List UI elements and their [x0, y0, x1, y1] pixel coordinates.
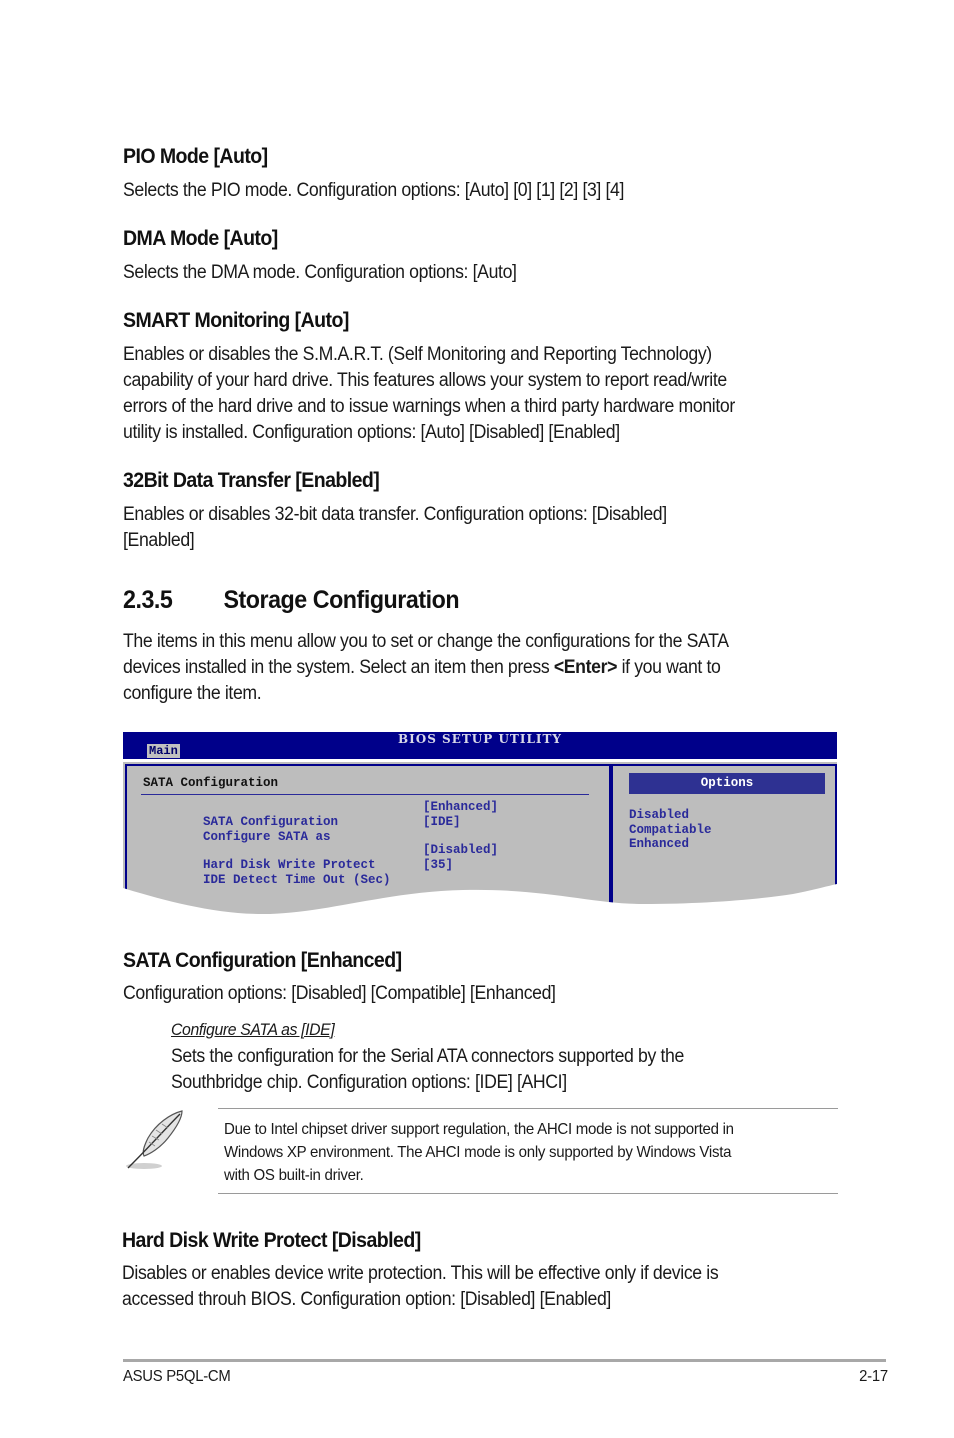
text-line: capability of your hard drive. This feat…	[123, 370, 727, 391]
configure-sata-as-description: Sets the configuration for the Serial AT…	[171, 1044, 723, 1096]
smart-monitoring-description: Enables or disables the S.M.A.R.T. (Self…	[123, 342, 781, 446]
note-bottom-rule	[218, 1193, 838, 1194]
text-line: Sets the configuration for the Serial AT…	[171, 1046, 684, 1067]
bios-title-bar: BIOS SETUP UTILITY Main	[123, 732, 837, 759]
text-line: accessed throuh BIOS. Configuration opti…	[122, 1289, 611, 1310]
configure-sata-as-subheading: Configure SATA as [IDE]	[171, 1020, 335, 1039]
torn-edge	[123, 884, 837, 922]
option-item[interactable]: Enhanced	[629, 837, 689, 852]
text-line: utility is installed. Configuration opti…	[123, 422, 620, 443]
storage-config-description: The items in this menu allow you to set …	[123, 629, 774, 707]
text-line: Southbridge chip. Configuration options:…	[171, 1072, 567, 1093]
hd-write-protect-description: Disables or enables device write protect…	[122, 1261, 763, 1313]
bios-item-value: [35]	[423, 858, 454, 872]
bios-title: BIOS SETUP UTILITY	[397, 732, 562, 746]
bios-tab-main[interactable]: Main	[147, 744, 180, 758]
bit32-transfer-heading: 32Bit Data Transfer [Enabled]	[123, 469, 380, 492]
bios-item-value: [Enhanced]	[423, 800, 499, 814]
text-line: devices installed in the system. Select …	[123, 655, 729, 681]
sata-config-description: Configuration options: [Disabled] [Compa…	[123, 983, 556, 1004]
text-line: Enables or disables 32-bit data transfer…	[123, 504, 667, 525]
text-line: Enables or disables the S.M.A.R.T. (Self…	[123, 344, 712, 365]
text-fragment: if you want to	[617, 657, 721, 678]
pio-mode-heading: PIO Mode [Auto]	[123, 145, 268, 168]
section-title: 2.3.5 Storage Configuration	[123, 586, 460, 615]
dma-mode-description: Selects the DMA mode. Configuration opti…	[123, 262, 517, 283]
sata-config-heading: SATA Configuration [Enhanced]	[123, 949, 402, 972]
hd-write-protect-heading: Hard Disk Write Protect [Disabled]	[122, 1229, 421, 1252]
text-line: Due to Intel chipset driver support regu…	[224, 1121, 734, 1138]
text-line: errors of the hard drive and to issue wa…	[123, 396, 735, 417]
bios-item-value: [IDE]	[423, 815, 461, 829]
bios-item-label: Configure SATA as	[203, 830, 331, 844]
bios-section-title: SATA Configuration	[143, 776, 279, 790]
text-line: Windows XP environment. The AHCI mode is…	[224, 1144, 732, 1161]
section-number: 2.3.5	[123, 586, 173, 614]
pio-mode-description: Selects the PIO mode. Configuration opti…	[123, 180, 625, 201]
smart-monitoring-heading: SMART Monitoring [Auto]	[123, 309, 349, 332]
enter-key-label: <Enter>	[553, 657, 618, 678]
dma-mode-heading: DMA Mode [Auto]	[123, 227, 278, 250]
section-title-text: Storage Configuration	[223, 586, 460, 614]
text-line: configure the item.	[123, 683, 262, 704]
text-line: [Enabled]	[123, 530, 195, 551]
note-top-rule	[218, 1108, 838, 1109]
text-fragment: devices installed in the system. Select …	[123, 657, 554, 678]
feather-pen-icon	[122, 1108, 188, 1172]
bit32-transfer-description: Enables or disables 32-bit data transfer…	[123, 502, 708, 554]
page-number: 2-17	[859, 1368, 888, 1385]
text-line: The items in this menu allow you to set …	[123, 631, 729, 652]
note-text: Due to Intel chipset driver support regu…	[224, 1118, 734, 1187]
divider	[141, 794, 589, 795]
bios-item-value: [Disabled]	[423, 843, 499, 857]
text-line: with OS built-in driver.	[224, 1167, 364, 1184]
options-header: Options	[629, 773, 825, 794]
option-item[interactable]: Compatiable	[629, 823, 712, 838]
footer-model: ASUS P5QL-CM	[123, 1368, 231, 1385]
footer-rule	[123, 1359, 886, 1362]
option-item[interactable]: Disabled	[629, 808, 689, 823]
bios-screen: BIOS SETUP UTILITY Main SATA Configurati…	[123, 732, 837, 922]
text-line: Disables or enables device write protect…	[122, 1263, 719, 1284]
